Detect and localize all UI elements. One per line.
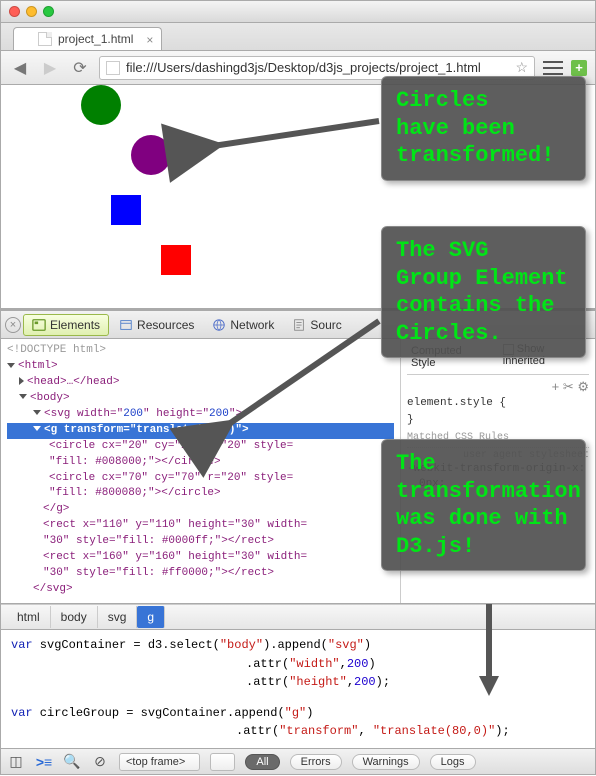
annotation-1: Circles have been transformed! <box>381 76 586 181</box>
frame-select[interactable]: <top frame> <box>119 753 200 771</box>
devtools-statusbar: ◫ >≡ 🔍 ⊘ <top frame> All Errors Warnings… <box>1 748 595 774</box>
annotation-2: The SVG Group Element contains the Circl… <box>381 226 586 358</box>
style-toolbar: + ✂ ⚙ <box>407 379 589 395</box>
network-icon <box>212 318 226 332</box>
page-icon <box>38 32 52 46</box>
zoom-window-button[interactable] <box>43 6 54 17</box>
context-select[interactable] <box>210 753 235 771</box>
filter-all[interactable]: All <box>245 754 279 770</box>
close-tab-icon[interactable]: × <box>146 33 153 47</box>
filter-logs[interactable]: Logs <box>430 754 476 770</box>
console-toggle-icon[interactable]: >≡ <box>35 754 53 770</box>
bookmark-star-icon[interactable]: ☆ <box>515 59 528 76</box>
window-titlebar <box>1 1 595 23</box>
resources-icon <box>119 318 133 332</box>
reload-button[interactable]: ⟳ <box>69 58 91 78</box>
tab-label: Network <box>230 318 274 332</box>
tab-label: Sourc <box>310 318 341 332</box>
tab-title: project_1.html <box>58 32 133 46</box>
html-tag: <html> <box>18 360 58 372</box>
tab-strip: project_1.html × <box>1 23 595 51</box>
menu-button[interactable] <box>543 60 563 76</box>
close-devtools-button[interactable]: × <box>5 317 21 333</box>
tab-label: Resources <box>137 318 194 332</box>
tab-network[interactable]: Network <box>204 315 282 335</box>
back-button[interactable]: ◀ <box>9 58 31 78</box>
filter-errors[interactable]: Errors <box>290 754 342 770</box>
dom-tree[interactable]: <!DOCTYPE html> <html> <head>…</head> <b… <box>1 339 401 603</box>
doctype: <!DOCTYPE html> <box>7 343 394 359</box>
clear-icon[interactable]: ⊘ <box>91 753 109 770</box>
search-icon[interactable]: 🔍 <box>63 753 81 770</box>
traffic-lights <box>9 6 54 17</box>
close-window-button[interactable] <box>9 6 20 17</box>
crumb-body[interactable]: body <box>51 606 98 628</box>
crumb-html[interactable]: html <box>7 606 51 628</box>
tab-elements[interactable]: Elements <box>23 314 109 336</box>
dock-icon[interactable]: ◫ <box>7 753 25 770</box>
console-output[interactable]: var svgContainer = d3.select("body").app… <box>1 630 595 748</box>
filter-warnings[interactable]: Warnings <box>352 754 420 770</box>
annotation-3: The transformation was done with D3.js! <box>381 439 586 571</box>
svg-canvas <box>1 85 201 285</box>
page-icon <box>106 61 120 75</box>
tab-label: Elements <box>50 318 100 332</box>
sources-icon <box>292 318 306 332</box>
selected-g-element[interactable]: <g transform="translate(80,0)"> <box>7 423 394 439</box>
crumb-g[interactable]: g <box>137 606 165 628</box>
extension-button[interactable]: + <box>571 60 587 76</box>
elements-icon <box>32 318 46 332</box>
crumb-svg[interactable]: svg <box>98 606 138 628</box>
minimize-window-button[interactable] <box>26 6 37 17</box>
browser-tab[interactable]: project_1.html × <box>13 27 162 50</box>
body-tag: <body> <box>30 392 70 404</box>
url-text: file:///Users/dashingd3js/Desktop/d3js_p… <box>126 60 509 75</box>
dom-breadcrumb: html body svg g <box>1 604 595 630</box>
tab-resources[interactable]: Resources <box>111 315 202 335</box>
forward-button[interactable]: ▶ <box>39 58 61 78</box>
head-tag: <head>…</head> <box>27 376 119 388</box>
tab-sources[interactable]: Sourc <box>284 315 349 335</box>
